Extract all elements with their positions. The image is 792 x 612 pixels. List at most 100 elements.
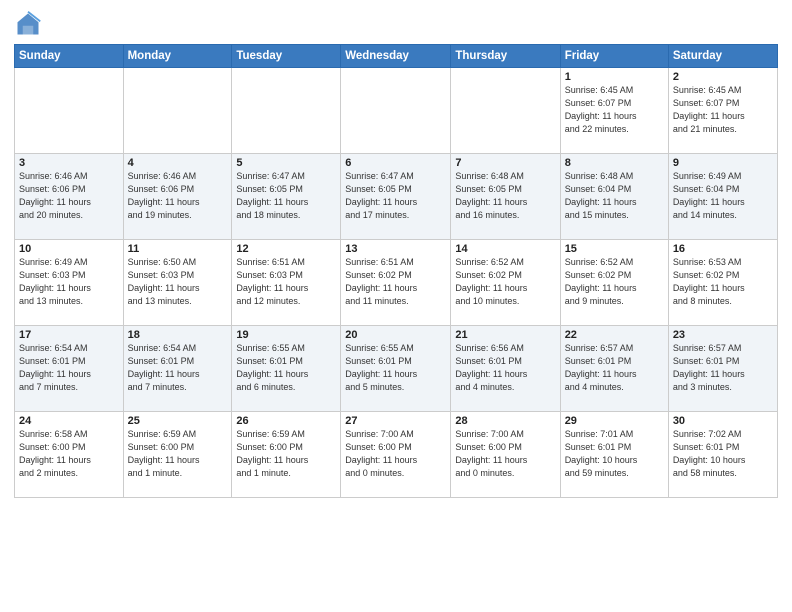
calendar-cell: 22Sunrise: 6:57 AM Sunset: 6:01 PM Dayli…	[560, 326, 668, 412]
day-info: Sunrise: 7:01 AM Sunset: 6:01 PM Dayligh…	[565, 428, 664, 480]
day-number: 2	[673, 71, 773, 83]
day-info: Sunrise: 7:00 AM Sunset: 6:00 PM Dayligh…	[345, 428, 446, 480]
day-number: 22	[565, 329, 664, 341]
day-number: 28	[455, 415, 555, 427]
weekday-header-thursday: Thursday	[451, 45, 560, 68]
day-number: 19	[236, 329, 336, 341]
day-number: 30	[673, 415, 773, 427]
day-number: 24	[19, 415, 119, 427]
day-info: Sunrise: 6:54 AM Sunset: 6:01 PM Dayligh…	[128, 342, 228, 394]
day-number: 3	[19, 157, 119, 169]
day-info: Sunrise: 6:51 AM Sunset: 6:02 PM Dayligh…	[345, 256, 446, 308]
day-number: 18	[128, 329, 228, 341]
day-number: 11	[128, 243, 228, 255]
day-info: Sunrise: 6:57 AM Sunset: 6:01 PM Dayligh…	[565, 342, 664, 394]
calendar-cell: 20Sunrise: 6:55 AM Sunset: 6:01 PM Dayli…	[341, 326, 451, 412]
calendar-cell: 21Sunrise: 6:56 AM Sunset: 6:01 PM Dayli…	[451, 326, 560, 412]
weekday-header-sunday: Sunday	[15, 45, 124, 68]
calendar-cell: 25Sunrise: 6:59 AM Sunset: 6:00 PM Dayli…	[123, 412, 232, 498]
logo	[14, 10, 46, 38]
calendar: SundayMondayTuesdayWednesdayThursdayFrid…	[14, 44, 778, 498]
day-info: Sunrise: 6:55 AM Sunset: 6:01 PM Dayligh…	[345, 342, 446, 394]
day-number: 21	[455, 329, 555, 341]
weekday-header-row: SundayMondayTuesdayWednesdayThursdayFrid…	[15, 45, 778, 68]
day-info: Sunrise: 6:58 AM Sunset: 6:00 PM Dayligh…	[19, 428, 119, 480]
calendar-cell: 5Sunrise: 6:47 AM Sunset: 6:05 PM Daylig…	[232, 154, 341, 240]
day-number: 13	[345, 243, 446, 255]
day-number: 12	[236, 243, 336, 255]
day-info: Sunrise: 6:57 AM Sunset: 6:01 PM Dayligh…	[673, 342, 773, 394]
day-info: Sunrise: 6:49 AM Sunset: 6:04 PM Dayligh…	[673, 170, 773, 222]
day-number: 17	[19, 329, 119, 341]
calendar-cell: 14Sunrise: 6:52 AM Sunset: 6:02 PM Dayli…	[451, 240, 560, 326]
day-number: 6	[345, 157, 446, 169]
calendar-cell: 19Sunrise: 6:55 AM Sunset: 6:01 PM Dayli…	[232, 326, 341, 412]
day-number: 15	[565, 243, 664, 255]
day-number: 23	[673, 329, 773, 341]
day-number: 4	[128, 157, 228, 169]
week-row-3: 17Sunrise: 6:54 AM Sunset: 6:01 PM Dayli…	[15, 326, 778, 412]
page-container: SundayMondayTuesdayWednesdayThursdayFrid…	[0, 0, 792, 506]
calendar-cell: 17Sunrise: 6:54 AM Sunset: 6:01 PM Dayli…	[15, 326, 124, 412]
weekday-header-saturday: Saturday	[668, 45, 777, 68]
calendar-cell: 11Sunrise: 6:50 AM Sunset: 6:03 PM Dayli…	[123, 240, 232, 326]
calendar-cell: 3Sunrise: 6:46 AM Sunset: 6:06 PM Daylig…	[15, 154, 124, 240]
calendar-cell: 2Sunrise: 6:45 AM Sunset: 6:07 PM Daylig…	[668, 68, 777, 154]
calendar-cell: 1Sunrise: 6:45 AM Sunset: 6:07 PM Daylig…	[560, 68, 668, 154]
weekday-header-tuesday: Tuesday	[232, 45, 341, 68]
day-info: Sunrise: 6:48 AM Sunset: 6:05 PM Dayligh…	[455, 170, 555, 222]
week-row-2: 10Sunrise: 6:49 AM Sunset: 6:03 PM Dayli…	[15, 240, 778, 326]
calendar-cell: 15Sunrise: 6:52 AM Sunset: 6:02 PM Dayli…	[560, 240, 668, 326]
weekday-header-wednesday: Wednesday	[341, 45, 451, 68]
calendar-cell: 29Sunrise: 7:01 AM Sunset: 6:01 PM Dayli…	[560, 412, 668, 498]
day-info: Sunrise: 6:47 AM Sunset: 6:05 PM Dayligh…	[236, 170, 336, 222]
calendar-cell	[341, 68, 451, 154]
calendar-cell: 7Sunrise: 6:48 AM Sunset: 6:05 PM Daylig…	[451, 154, 560, 240]
week-row-0: 1Sunrise: 6:45 AM Sunset: 6:07 PM Daylig…	[15, 68, 778, 154]
day-info: Sunrise: 6:56 AM Sunset: 6:01 PM Dayligh…	[455, 342, 555, 394]
calendar-cell: 9Sunrise: 6:49 AM Sunset: 6:04 PM Daylig…	[668, 154, 777, 240]
day-number: 8	[565, 157, 664, 169]
day-number: 20	[345, 329, 446, 341]
weekday-header-friday: Friday	[560, 45, 668, 68]
day-info: Sunrise: 6:50 AM Sunset: 6:03 PM Dayligh…	[128, 256, 228, 308]
header	[14, 10, 778, 38]
calendar-cell: 30Sunrise: 7:02 AM Sunset: 6:01 PM Dayli…	[668, 412, 777, 498]
day-number: 29	[565, 415, 664, 427]
calendar-cell	[123, 68, 232, 154]
calendar-cell: 16Sunrise: 6:53 AM Sunset: 6:02 PM Dayli…	[668, 240, 777, 326]
day-number: 25	[128, 415, 228, 427]
calendar-cell: 27Sunrise: 7:00 AM Sunset: 6:00 PM Dayli…	[341, 412, 451, 498]
day-number: 5	[236, 157, 336, 169]
weekday-header-monday: Monday	[123, 45, 232, 68]
day-info: Sunrise: 6:52 AM Sunset: 6:02 PM Dayligh…	[455, 256, 555, 308]
week-row-1: 3Sunrise: 6:46 AM Sunset: 6:06 PM Daylig…	[15, 154, 778, 240]
calendar-cell: 8Sunrise: 6:48 AM Sunset: 6:04 PM Daylig…	[560, 154, 668, 240]
calendar-cell	[451, 68, 560, 154]
calendar-cell	[15, 68, 124, 154]
day-info: Sunrise: 6:52 AM Sunset: 6:02 PM Dayligh…	[565, 256, 664, 308]
day-info: Sunrise: 6:45 AM Sunset: 6:07 PM Dayligh…	[565, 84, 664, 136]
day-info: Sunrise: 6:47 AM Sunset: 6:05 PM Dayligh…	[345, 170, 446, 222]
day-number: 9	[673, 157, 773, 169]
day-info: Sunrise: 6:49 AM Sunset: 6:03 PM Dayligh…	[19, 256, 119, 308]
week-row-4: 24Sunrise: 6:58 AM Sunset: 6:00 PM Dayli…	[15, 412, 778, 498]
day-info: Sunrise: 6:54 AM Sunset: 6:01 PM Dayligh…	[19, 342, 119, 394]
day-info: Sunrise: 7:00 AM Sunset: 6:00 PM Dayligh…	[455, 428, 555, 480]
day-number: 26	[236, 415, 336, 427]
day-info: Sunrise: 6:59 AM Sunset: 6:00 PM Dayligh…	[236, 428, 336, 480]
day-number: 1	[565, 71, 664, 83]
day-number: 16	[673, 243, 773, 255]
day-number: 14	[455, 243, 555, 255]
calendar-cell	[232, 68, 341, 154]
day-number: 27	[345, 415, 446, 427]
day-info: Sunrise: 6:48 AM Sunset: 6:04 PM Dayligh…	[565, 170, 664, 222]
calendar-cell: 4Sunrise: 6:46 AM Sunset: 6:06 PM Daylig…	[123, 154, 232, 240]
day-info: Sunrise: 6:55 AM Sunset: 6:01 PM Dayligh…	[236, 342, 336, 394]
day-info: Sunrise: 6:59 AM Sunset: 6:00 PM Dayligh…	[128, 428, 228, 480]
day-number: 10	[19, 243, 119, 255]
logo-icon	[14, 10, 42, 38]
calendar-cell: 18Sunrise: 6:54 AM Sunset: 6:01 PM Dayli…	[123, 326, 232, 412]
calendar-cell: 26Sunrise: 6:59 AM Sunset: 6:00 PM Dayli…	[232, 412, 341, 498]
day-info: Sunrise: 6:46 AM Sunset: 6:06 PM Dayligh…	[19, 170, 119, 222]
